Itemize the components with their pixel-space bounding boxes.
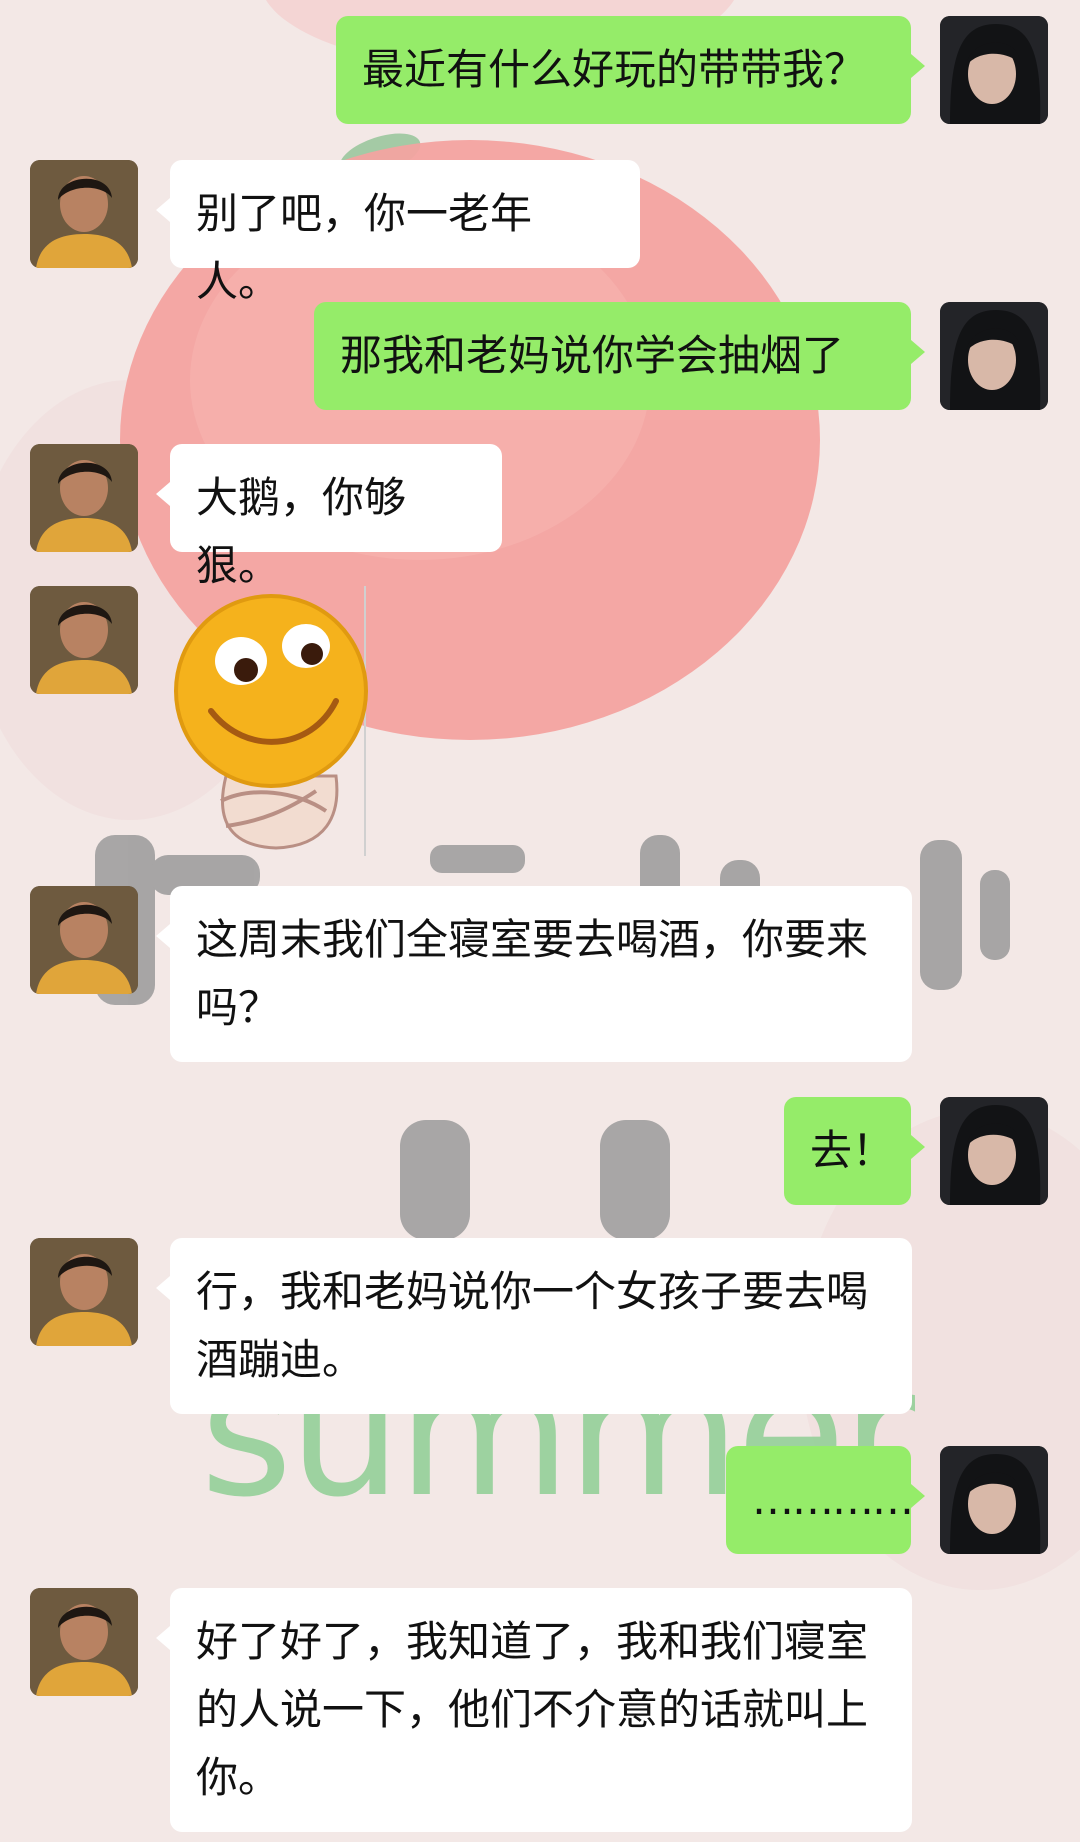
smiley-crossed-arms-sticker[interactable] — [166, 586, 376, 856]
avatar-long-hair-icon — [940, 1097, 1048, 1205]
avatar-short-hair-icon — [30, 1238, 138, 1346]
sister-avatar[interactable] — [30, 886, 138, 994]
message-bubble-sister[interactable]: 大鹅，你够狠。 — [156, 444, 502, 590]
message-bubble-sister[interactable]: 别了吧，你一老年人。 — [156, 160, 640, 306]
message-bubble-sister[interactable]: 这周末我们全寝室要去喝酒，你要来吗？ — [156, 886, 912, 1062]
my-avatar[interactable] — [940, 302, 1048, 410]
my-avatar[interactable] — [940, 1097, 1048, 1205]
my-avatar[interactable] — [940, 1446, 1048, 1554]
message-bubble-me[interactable]: 最近有什么好玩的带带我？ — [336, 16, 925, 124]
avatar-short-hair-icon — [30, 444, 138, 552]
sister-avatar[interactable] — [30, 1238, 138, 1346]
message-bubble-me[interactable]: ………… — [726, 1446, 925, 1554]
avatar-short-hair-icon — [30, 160, 138, 268]
avatar-long-hair-icon — [940, 302, 1048, 410]
sister-avatar[interactable] — [30, 444, 138, 552]
message-bubble-me[interactable]: 那我和老妈说你学会抽烟了 — [314, 302, 925, 410]
message-bubble-me[interactable]: 去！ — [784, 1097, 925, 1205]
avatar-short-hair-icon — [30, 886, 138, 994]
message-bubble-sister[interactable]: 好了好了，我知道了，我和我们寝室的人说一下，他们不介意的话就叫上你。 — [156, 1588, 912, 1832]
avatar-long-hair-icon — [940, 16, 1048, 124]
sister-avatar[interactable] — [30, 586, 138, 694]
message-bubble-sister[interactable]: 行，我和老妈说你一个女孩子要去喝酒蹦迪。 — [156, 1238, 912, 1414]
avatar-long-hair-icon — [940, 1446, 1048, 1554]
avatar-short-hair-icon — [30, 1588, 138, 1696]
avatar-short-hair-icon — [30, 586, 138, 694]
sister-avatar[interactable] — [30, 160, 138, 268]
my-avatar[interactable] — [940, 16, 1048, 124]
sister-avatar[interactable] — [30, 1588, 138, 1696]
